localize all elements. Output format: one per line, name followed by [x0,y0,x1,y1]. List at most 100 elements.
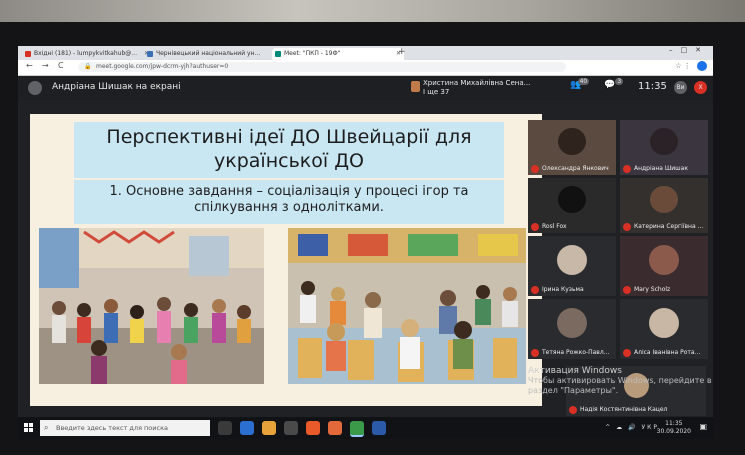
mic-muted-icon [623,286,631,294]
pinned-sub: І ще 37 [423,88,450,96]
clock-time: 11:35 [665,420,683,427]
forward-button[interactable]: → [42,61,49,70]
chat-count: 3 [615,78,624,85]
background-wall [0,0,745,22]
windows-start-icon[interactable] [24,423,34,433]
meet-top-bar: Андріана Шишак на екрані Христина Михайл… [18,76,713,100]
meet-icon [275,51,281,57]
tab-label: Вхідні (181) - lumpykvitkahub@... [34,50,137,57]
participant-tile[interactable]: Ірина Кузьма [528,236,616,296]
search-icon: ⌕ [44,423,49,432]
taskbar-search-input[interactable]: ⌕ Введите здесь текст для поиска [40,420,210,436]
participant-avatar [649,308,679,338]
tab-bar: Вхідні (181) - lumpykvitkahub@... ✕ Черн… [18,46,713,60]
participant-name: Надія Костянтинівна Кацел [580,406,668,413]
participant-name: Олександра Янкович [542,165,609,172]
windows-activation-watermark: Активация Windows Чтобы активировать Win… [528,366,712,396]
window-controls[interactable]: –□✕ [669,46,709,54]
mic-muted-icon [569,406,577,414]
file-explorer-icon[interactable] [262,421,276,435]
participant-tile[interactable]: Олександра Янкович [528,120,616,175]
word-icon[interactable] [372,421,386,435]
opera-icon[interactable] [306,421,320,435]
activation-line1: Чтобы активировать Windows, перейдите в [528,376,712,385]
participant-avatar [558,127,586,156]
self-avatar[interactable]: Ви [674,81,687,94]
activation-title: Активация Windows [528,366,622,376]
participant-avatar [650,127,678,156]
store-icon[interactable] [284,421,298,435]
mic-muted-icon [623,223,631,231]
system-tray[interactable]: ^ ☁ 🔊 УКР [605,424,659,431]
participant-name: Rosl Fox [542,223,567,230]
participant-name: Тетяна Рожко-Павл... [542,349,610,356]
notifications-icon[interactable]: ▣ [699,422,707,431]
gmail-icon [25,51,31,57]
clock-date: 30.09.2020 [656,428,691,435]
participant-tile[interactable]: Rosl Fox [528,178,616,233]
profile-avatar[interactable] [697,61,707,71]
edge-icon[interactable] [240,421,254,435]
taskbar-clock[interactable]: 11:35 30.09.2020 [657,420,691,436]
pinned-name: Христина Михайлівна Сена... [423,79,531,87]
participant-tile[interactable]: Андріана Шишак [620,120,708,175]
lock-icon: 🔒 [84,63,92,70]
presenter-label: Андріана Шишак на екрані [52,82,181,92]
mic-muted-icon [531,223,539,231]
chat-icon: 💬 [604,80,616,90]
slide-subtitle: 1. Основне завдання – соціалізація у про… [74,180,504,224]
participant-name: Mary Scholz [634,286,671,293]
participant-tile[interactable]: Катерина Сергіївна ... [620,178,708,233]
chrome-icon[interactable] [350,421,364,437]
activation-line2: раздел "Параметры". [528,386,619,395]
chat-button[interactable]: 💬 3 [604,78,624,90]
mic-muted-icon [623,165,631,173]
tab-gmail[interactable]: Вхідні (181) - lumpykvitkahub@... ✕ [22,48,152,60]
address-bar-row: ← → C 🔒 meet.google.com/jpw-dcrm-yjh?aut… [18,60,713,76]
classroom-photo-1 [39,228,264,384]
pinned-avatar [411,81,420,92]
participant-tile[interactable]: Тетяна Рожко-Павл... [528,299,616,359]
participant-avatar [558,185,586,214]
mic-muted-icon [531,349,539,357]
windows-taskbar: ⌕ Введите здесь текст для поиска ^ ☁ 🔊 У… [18,417,713,439]
people-count: 40 [577,78,590,85]
participant-avatar [557,308,587,338]
mic-muted-icon [531,165,539,173]
leave-call-button[interactable]: X [694,81,707,94]
shared-slide: Перспективні ідеї ДО Швейцарії для украї… [30,114,542,406]
slide-title: Перспективні ідеї ДО Швейцарії для украї… [74,122,504,178]
participant-tile[interactable]: Mary Scholz [620,236,708,296]
tab-label: Чернівецький національний ун... [156,50,261,57]
meeting-clock: 11:35 [638,81,667,92]
back-button[interactable]: ← [26,61,33,70]
browser-tools[interactable]: ☆ ⋮ [675,61,707,71]
url-text: meet.google.com/jpw-dcrm-yjh?authuser=0 [96,63,229,70]
screen: Вхідні (181) - lumpykvitkahub@... ✕ Черн… [18,46,713,439]
mic-muted-icon [531,286,539,294]
participant-name: Аліса Іванівна Рота... [634,349,701,356]
search-placeholder: Введите здесь текст для поиска [56,424,168,432]
tab-university[interactable]: Чернівецький національний ун... ✕ [144,48,280,60]
participant-name: Катерина Сергіївна ... [634,223,704,230]
participant-name: Андріана Шишак [634,165,688,172]
people-button[interactable]: 👥 40 [570,78,590,90]
mic-muted-icon [623,349,631,357]
bookmark-and-menu[interactable]: ☆ ⋮ [675,62,691,70]
participant-avatar [557,245,587,275]
reload-button[interactable]: C [58,61,64,70]
participant-name: Ірина Кузьма [542,286,584,293]
pinned-participant[interactable]: Христина Михайлівна Сена... І ще 37 [423,79,530,97]
tab-meet[interactable]: Meet: "ПКП - 19Ф" ✕ [272,48,404,60]
participant-tile[interactable]: Аліса Іванівна Рота... [620,299,708,359]
tab-label: Meet: "ПКП - 19Ф" [284,50,341,57]
participant-avatar [649,245,679,275]
new-tab-button[interactable]: + [398,47,406,57]
url-field[interactable]: 🔒 meet.google.com/jpw-dcrm-yjh?authuser=… [78,62,566,72]
presenter-avatar [28,81,42,95]
classroom-photo-2 [288,228,526,384]
task-view-icon[interactable] [218,421,232,435]
site-icon [147,51,153,57]
participant-avatar [650,185,678,214]
firefox-icon[interactable] [328,421,342,435]
